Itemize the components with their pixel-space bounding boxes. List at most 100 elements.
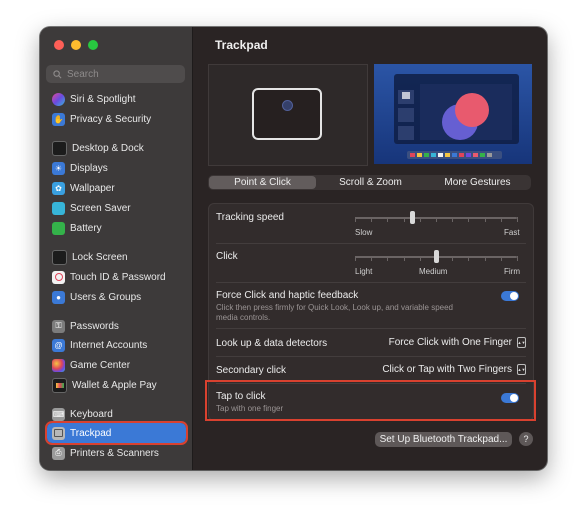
sidebar-item-desktop-dock[interactable]: Desktop & Dock bbox=[47, 138, 186, 158]
sidebar-item-siri-spotlight[interactable]: Siri & Spotlight bbox=[47, 89, 186, 109]
display-icon: ☀ bbox=[52, 161, 65, 175]
at-icon: @ bbox=[52, 338, 65, 352]
slider-tick bbox=[485, 217, 486, 222]
siri-icon bbox=[52, 92, 65, 106]
slider-tick bbox=[485, 256, 486, 261]
trackpad-icon bbox=[52, 426, 65, 440]
wallpaper-icon: ✿ bbox=[52, 181, 65, 195]
hand-icon: ✋ bbox=[52, 112, 65, 126]
sidebar-item-lock-screen[interactable]: Lock Screen bbox=[47, 247, 186, 267]
slider-tick bbox=[517, 256, 518, 261]
sidebar-item-label: Trackpad bbox=[70, 427, 112, 439]
force-click-description: Click then press firmly for Quick Look, … bbox=[216, 303, 454, 322]
slider-tick bbox=[355, 217, 356, 222]
fast-label: Fast bbox=[504, 228, 520, 237]
help-button[interactable]: ? bbox=[519, 432, 533, 446]
lock-icon bbox=[52, 249, 67, 265]
sidebar-item-passwords[interactable]: ⚿ Passwords bbox=[47, 316, 186, 336]
gesture-tabs: Point & Click Scroll & Zoom More Gesture… bbox=[208, 175, 531, 190]
sidebar-item-wallpaper[interactable]: ✿ Wallpaper bbox=[47, 178, 186, 198]
keyboard-icon: ⌨ bbox=[52, 407, 65, 421]
divider bbox=[216, 243, 526, 244]
lookup-label: Look up & data detectors bbox=[216, 338, 328, 349]
sidebar-item-displays[interactable]: ☀ Displays bbox=[47, 158, 186, 178]
main-content: Trackpad Point & Click Scroll & Zoom Mor… bbox=[193, 27, 547, 470]
dock-icon bbox=[52, 140, 67, 156]
slider-tick bbox=[468, 217, 469, 222]
slider-tick bbox=[387, 256, 388, 261]
tracking-speed-label: Tracking speed bbox=[216, 212, 284, 223]
sidebar-item-label: Game Center bbox=[70, 359, 131, 371]
slider-tick bbox=[371, 256, 372, 261]
search-icon bbox=[53, 69, 62, 78]
slider-tick bbox=[517, 217, 518, 222]
sidebar-item-users-groups[interactable]: ● Users & Groups bbox=[47, 287, 186, 307]
sidebar-item-label: Battery bbox=[70, 222, 102, 234]
lookup-select[interactable]: Force Click with One Finger ▲▼ bbox=[389, 337, 526, 348]
tab-scroll-zoom[interactable]: Scroll & Zoom bbox=[317, 175, 424, 190]
slider-tick bbox=[404, 256, 405, 261]
zoom-window-button[interactable] bbox=[88, 40, 98, 50]
sidebar-item-wallet[interactable]: Wallet & Apple Pay bbox=[47, 375, 186, 395]
setup-bluetooth-trackpad-button[interactable]: Set Up Bluetooth Trackpad... bbox=[375, 432, 512, 447]
slider-tick bbox=[468, 256, 469, 261]
minimize-window-button[interactable] bbox=[71, 40, 81, 50]
tracking-speed-knob[interactable] bbox=[410, 211, 415, 224]
medium-label: Medium bbox=[419, 267, 448, 276]
slider-tick bbox=[404, 217, 405, 222]
sidebar-item-touch-id[interactable]: Touch ID & Password bbox=[47, 267, 186, 287]
secondary-click-value: Click or Tap with Two Fingers bbox=[382, 364, 512, 375]
sidebar-item-label: Displays bbox=[70, 162, 108, 174]
sidebar-item-trackpad[interactable]: Trackpad bbox=[45, 421, 188, 445]
slider-tick bbox=[355, 256, 356, 261]
finger-dot bbox=[282, 100, 293, 111]
secondary-click-select[interactable]: Click or Tap with Two Fingers ▲▼ bbox=[382, 364, 526, 375]
sidebar-item-privacy-security[interactable]: ✋ Privacy & Security bbox=[47, 109, 186, 129]
tap-to-click-toggle[interactable] bbox=[501, 393, 519, 403]
slider-tick bbox=[501, 217, 502, 222]
divider bbox=[216, 282, 526, 283]
battery-icon bbox=[52, 221, 65, 235]
sidebar-item-game-center[interactable]: Game Center bbox=[47, 355, 186, 375]
slider-tick bbox=[452, 256, 453, 261]
gesture-demo-illustration bbox=[394, 74, 519, 159]
sidebar-item-label: Siri & Spotlight bbox=[70, 93, 136, 105]
close-window-button[interactable] bbox=[54, 40, 64, 50]
sidebar-item-label: Passwords bbox=[70, 320, 119, 332]
tab-point-click[interactable]: Point & Click bbox=[209, 176, 316, 189]
click-label: Click bbox=[216, 251, 238, 262]
sidebar-item-label: Users & Groups bbox=[70, 291, 142, 303]
firm-label: Firm bbox=[504, 267, 520, 276]
sidebar-item-printers-scanners[interactable]: ⎙ Printers & Scanners bbox=[47, 443, 186, 463]
tab-more-gestures[interactable]: More Gestures bbox=[424, 175, 531, 190]
sidebar-item-label: Wallet & Apple Pay bbox=[72, 379, 157, 391]
search-input[interactable] bbox=[67, 68, 177, 80]
force-click-toggle[interactable] bbox=[501, 291, 519, 301]
sidebar-item-label: Touch ID & Password bbox=[70, 271, 166, 283]
trackpad-preview bbox=[208, 64, 368, 166]
secondary-click-label: Secondary click bbox=[216, 365, 287, 376]
fingerprint-icon bbox=[52, 270, 65, 284]
sidebar-item-label: Internet Accounts bbox=[70, 339, 148, 351]
sidebar-item-keyboard[interactable]: ⌨ Keyboard bbox=[47, 404, 186, 424]
slider-tick bbox=[371, 217, 372, 222]
sidebar-item-screen-saver[interactable]: Screen Saver bbox=[47, 198, 186, 218]
tap-to-click-description: Tap with one finger bbox=[216, 404, 284, 413]
search-field[interactable] bbox=[46, 65, 185, 83]
slider-tick bbox=[452, 217, 453, 222]
slider-tick bbox=[420, 256, 421, 261]
slider-tick bbox=[501, 256, 502, 261]
slider-tick bbox=[436, 217, 437, 222]
sidebar-item-label: Lock Screen bbox=[72, 251, 128, 263]
sidebar-item-label: Privacy & Security bbox=[70, 113, 152, 125]
trackpad-illustration bbox=[252, 88, 322, 140]
sidebar-item-battery[interactable]: Battery bbox=[47, 218, 186, 238]
divider bbox=[216, 328, 526, 329]
sidebar-item-internet-accounts[interactable]: @ Internet Accounts bbox=[47, 335, 186, 355]
page-title: Trackpad bbox=[215, 38, 268, 52]
settings-panel: Tracking speed Slow Fast Click Light Med… bbox=[208, 203, 534, 421]
click-pressure-knob[interactable] bbox=[434, 250, 439, 263]
lookup-value: Force Click with One Finger bbox=[388, 337, 512, 348]
game-center-icon bbox=[52, 358, 65, 372]
gesture-demo-preview bbox=[374, 64, 532, 164]
